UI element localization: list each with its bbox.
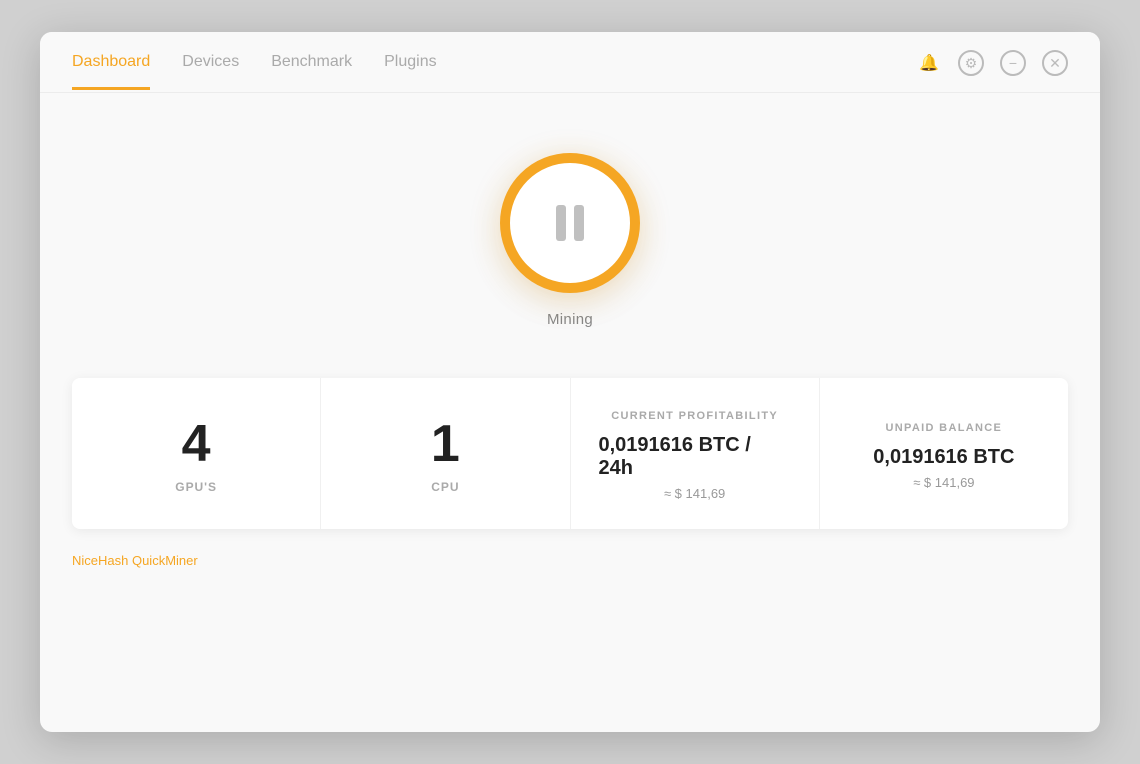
main-content: Mining 4 GPU'S 1 CPU CURRENT PROFITABILI… — [40, 93, 1100, 732]
stat-cell-balance: UNPAID BALANCE 0,0191616 BTC ≈ $ 141,69 — [820, 378, 1068, 529]
gpu-count-value: 4 — [182, 418, 211, 470]
tab-plugins[interactable]: Plugins — [384, 53, 436, 90]
stat-cell-profitability: CURRENT PROFITABILITY 0,0191616 BTC / 24… — [571, 378, 820, 529]
bell-icon[interactable]: 🔔 — [916, 50, 942, 76]
mining-control-container: Mining — [500, 153, 640, 328]
gpu-count-label: GPU'S — [175, 480, 217, 494]
balance-section-label: UNPAID BALANCE — [886, 422, 1003, 434]
settings-icon[interactable]: ⚙ — [958, 50, 984, 76]
mining-status-label: Mining — [547, 311, 593, 328]
title-bar: Dashboard Devices Benchmark Plugins 🔔 ⚙ … — [40, 32, 1100, 93]
tab-benchmark[interactable]: Benchmark — [271, 53, 352, 90]
pause-button[interactable] — [500, 153, 640, 293]
bottom-hint: NiceHash QuickMiner — [72, 553, 198, 568]
stat-cell-gpus: 4 GPU'S — [72, 378, 321, 529]
nav-tabs: Dashboard Devices Benchmark Plugins — [72, 53, 437, 90]
pause-icon — [556, 205, 584, 241]
profitability-value: 0,0191616 BTC / 24h — [599, 434, 791, 480]
stats-row: 4 GPU'S 1 CPU CURRENT PROFITABILITY 0,01… — [72, 378, 1068, 529]
cpu-count-value: 1 — [431, 418, 460, 470]
pause-bar-right — [574, 205, 584, 241]
balance-value: 0,0191616 BTC — [873, 446, 1014, 469]
stat-cell-cpu: 1 CPU — [321, 378, 570, 529]
balance-usd: ≈ $ 141,69 — [913, 475, 974, 490]
minimize-icon[interactable]: − — [1000, 50, 1026, 76]
profitability-section-label: CURRENT PROFITABILITY — [611, 410, 778, 422]
app-window: Dashboard Devices Benchmark Plugins 🔔 ⚙ … — [40, 32, 1100, 732]
window-controls: 🔔 ⚙ − ✕ — [916, 50, 1068, 92]
profitability-usd: ≈ $ 141,69 — [664, 486, 725, 501]
pause-bar-left — [556, 205, 566, 241]
tab-dashboard[interactable]: Dashboard — [72, 53, 150, 90]
close-icon[interactable]: ✕ — [1042, 50, 1068, 76]
cpu-count-label: CPU — [431, 480, 459, 494]
tab-devices[interactable]: Devices — [182, 53, 239, 90]
